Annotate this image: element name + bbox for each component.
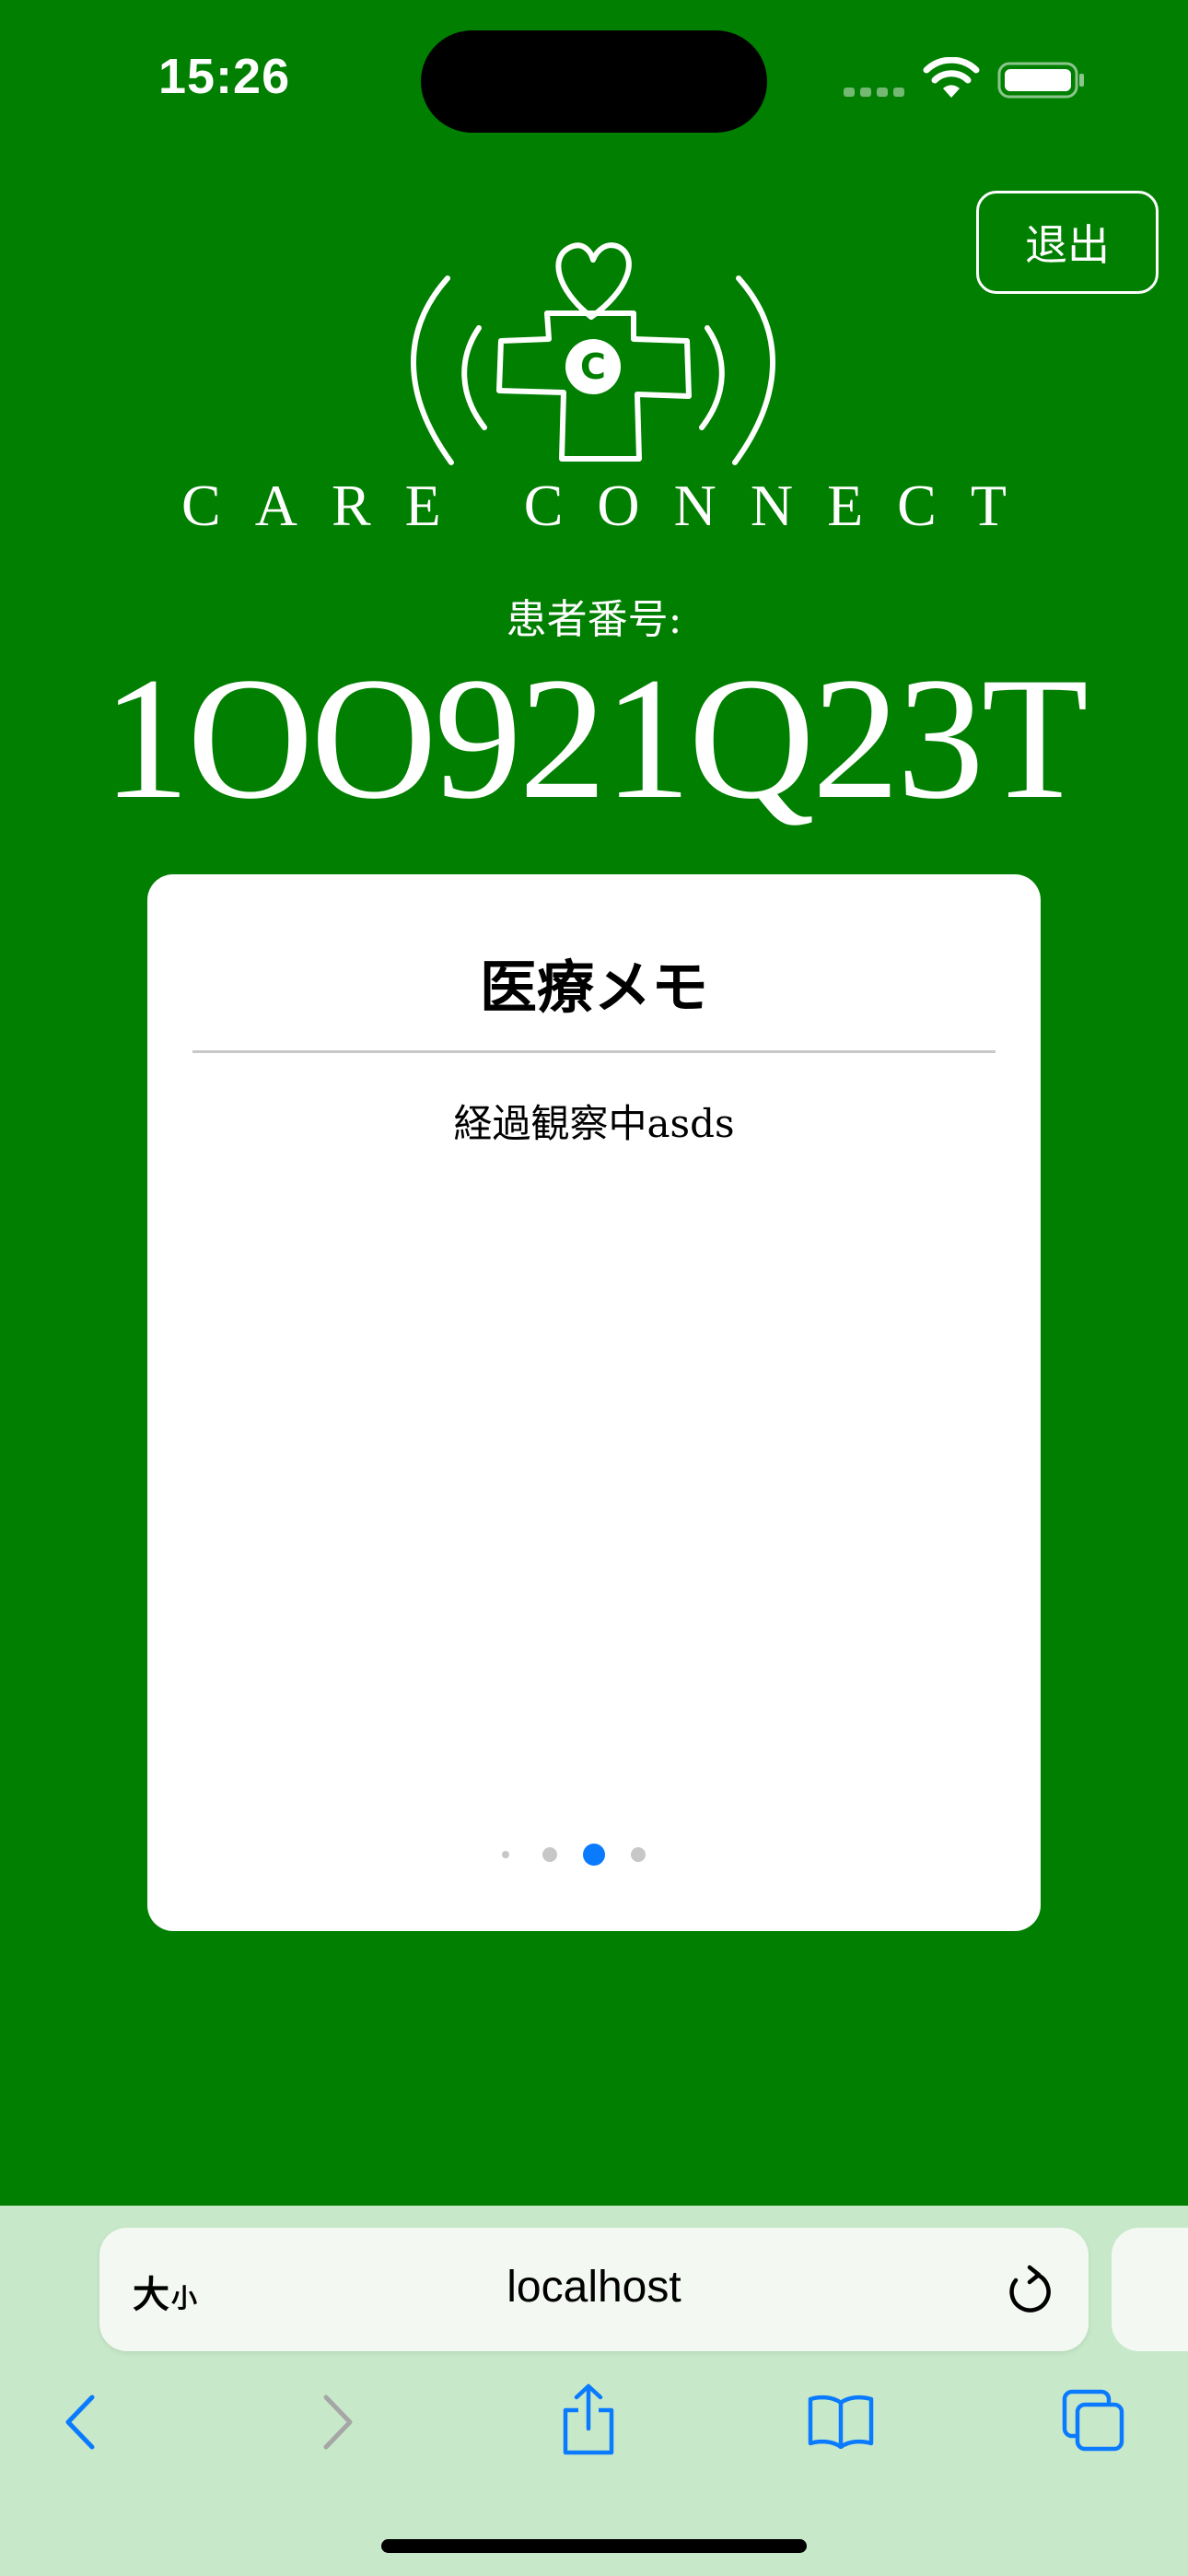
memo-text: 経過観察中asds (453, 1101, 735, 1146)
memo-divider (192, 1050, 996, 1053)
care-connect-logo-icon: C (411, 242, 775, 465)
cellular-signal-icon (844, 88, 904, 97)
url-text[interactable]: localhost (368, 2262, 820, 2313)
forward-icon[interactable] (320, 2394, 357, 2451)
brand-name: CARE CONNECT (181, 473, 1041, 538)
share-icon[interactable] (560, 2383, 617, 2456)
logout-button[interactable]: 退出 (976, 191, 1159, 294)
back-icon[interactable] (61, 2394, 98, 2451)
medical-memo-card[interactable] (147, 874, 1041, 1931)
home-indicator (381, 2539, 807, 2553)
status-time: 15:26 (158, 49, 291, 104)
bookmarks-icon[interactable] (807, 2394, 875, 2449)
logo-letter: C (580, 346, 606, 387)
reload-icon[interactable] (1002, 2262, 1052, 2317)
text-size-large-glyph: 大 (133, 2274, 169, 2316)
patient-number: 1OO921Q23T (102, 642, 1089, 836)
text-size-small-glyph: 小 (171, 2283, 198, 2313)
memo-title: 医療メモ (479, 954, 708, 1021)
text-size-button[interactable]: 大 小 (133, 2265, 215, 2316)
page-dot[interactable] (631, 1847, 646, 1862)
dynamic-island (421, 30, 767, 133)
page-dot[interactable] (502, 1851, 509, 1858)
battery-icon (997, 62, 1084, 99)
page-dot[interactable] (542, 1847, 557, 1862)
patient-number-label: 患者番号: (506, 596, 682, 643)
tabs-icon[interactable] (1061, 2388, 1125, 2453)
next-tab-preview[interactable] (1112, 2228, 1188, 2351)
page-dot-active[interactable] (583, 1844, 605, 1866)
wifi-icon (923, 57, 980, 98)
